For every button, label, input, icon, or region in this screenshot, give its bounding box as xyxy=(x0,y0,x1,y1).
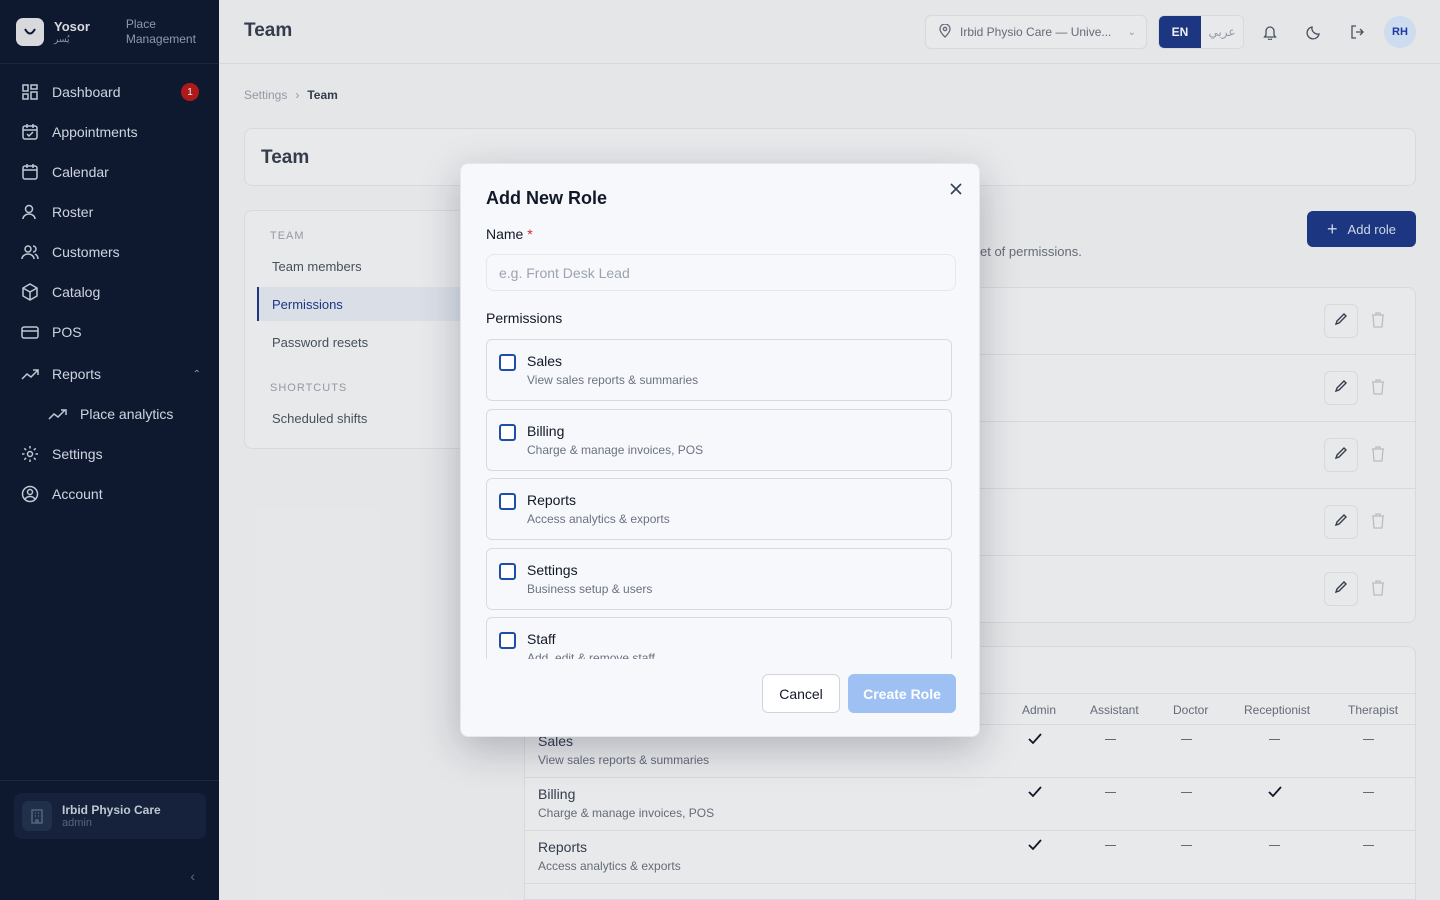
checkbox[interactable] xyxy=(499,423,516,441)
permission-description: Access analytics & exports xyxy=(527,512,670,526)
required-mark: * xyxy=(527,226,533,242)
checkbox[interactable] xyxy=(499,632,516,649)
permission-option[interactable]: Staff Add, edit & remove staff xyxy=(486,617,952,659)
cancel-button[interactable]: Cancel xyxy=(762,674,840,713)
permission-title: Reports xyxy=(527,492,577,508)
permissions-list[interactable]: Sales View sales reports & summaries Billi… xyxy=(486,339,956,659)
permission-option[interactable]: Settings Business setup & users xyxy=(486,547,952,610)
permissions-label: Permissions xyxy=(486,310,563,326)
name-label: Name * xyxy=(486,226,533,242)
permission-title: Settings xyxy=(527,561,578,578)
permission-description: Add, edit & remove staff xyxy=(527,651,655,659)
permission-option[interactable]: Reports Access analytics & exports xyxy=(486,478,952,540)
close-icon[interactable] xyxy=(947,180,965,198)
permission-description: Charge & manage invoices, POS xyxy=(527,442,704,457)
permission-option[interactable]: Billing Charge & manage invoices, POS xyxy=(486,408,952,471)
permission-description: Business setup & users xyxy=(527,581,653,596)
checkbox[interactable] xyxy=(499,562,516,580)
role-name-input[interactable] xyxy=(486,254,956,291)
checkbox[interactable] xyxy=(499,354,516,371)
permission-title: Billing xyxy=(527,422,565,439)
permission-title: Staff xyxy=(527,631,556,647)
permission-option[interactable]: Sales View sales reports & summaries xyxy=(486,339,952,401)
checkbox[interactable] xyxy=(499,493,516,510)
dialog-title: Add New Role xyxy=(486,188,608,208)
add-role-dialog: Add New Role Name * Permissions Sales Vie… xyxy=(460,163,980,737)
permission-title: Sales xyxy=(527,353,563,369)
permission-description: View sales reports & summaries xyxy=(527,373,699,387)
name-label-text: Name xyxy=(486,226,524,242)
create-role-button[interactable]: Create Role xyxy=(848,674,956,713)
